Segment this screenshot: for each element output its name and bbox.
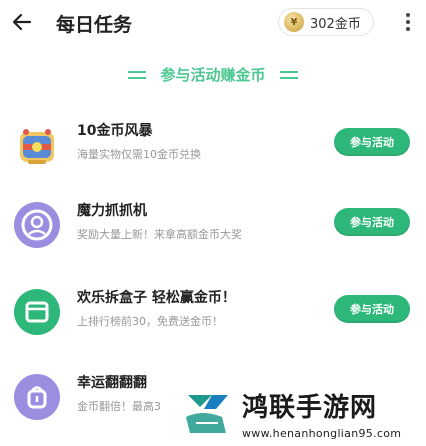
join-activity-button[interactable]: 参与活动 [334, 208, 410, 236]
watermark-brand: 鸿联手游网 [242, 393, 378, 423]
join-activity-button[interactable]: 参与活动 [334, 128, 410, 156]
left-decoration [128, 70, 147, 80]
more-button[interactable] [398, 8, 418, 36]
claw-machine-icon [14, 202, 60, 248]
treasure-chest-icon [14, 122, 60, 168]
gift-box-icon [14, 289, 60, 335]
coin-balance[interactable]: ¥ 302金币 [278, 8, 374, 36]
task-description: 上排行榜前30，免费送金币！ [77, 315, 223, 328]
task-item[interactable]: 欢乐拆盒子 轻松赢金币！ 上排行榜前30，免费送金币！ 参与活动 [0, 283, 426, 343]
task-item[interactable]: 10金币风暴 海量实物仅需10金币兑换 参与活动 [0, 116, 426, 176]
join-activity-button[interactable]: 参与活动 [334, 295, 410, 323]
watermark-url: www.henanhonglian95.com [242, 427, 402, 440]
task-title: 魔力抓抓机 [77, 203, 147, 219]
page-title: 每日任务 [56, 14, 133, 36]
coin-icon: ¥ [284, 12, 304, 32]
task-description: 奖励大量上新！来拿高额金币大奖 [77, 228, 242, 241]
watermark-logo [186, 395, 228, 433]
section-title: 参与活动赚金币 [0, 64, 426, 85]
task-title: 10金币风暴 [77, 123, 153, 139]
task-description: 海量实物仅需10金币兑换 [77, 148, 201, 161]
arrow-left-icon [12, 13, 32, 31]
back-button[interactable] [6, 6, 38, 38]
section-title-text: 参与活动赚金币 [160, 66, 266, 84]
task-item[interactable]: 魔力抓抓机 奖励大量上新！来拿高额金币大奖 参与活动 [0, 196, 426, 256]
task-description: 金币翻倍！最高3 [77, 400, 161, 413]
more-vertical-icon [406, 13, 410, 31]
lucky-bag-icon [14, 374, 60, 420]
task-title: 欢乐拆盒子 轻松赢金币！ [77, 290, 236, 306]
site-watermark: 鸿联手游网 www.henanhonglian95.com [176, 383, 426, 446]
right-decoration [279, 70, 298, 80]
top-bar: 每日任务 ¥ 302金币 [0, 0, 426, 46]
coin-balance-text: 302金币 [310, 16, 361, 32]
task-title: 幸运翻翻翻 [77, 375, 147, 391]
